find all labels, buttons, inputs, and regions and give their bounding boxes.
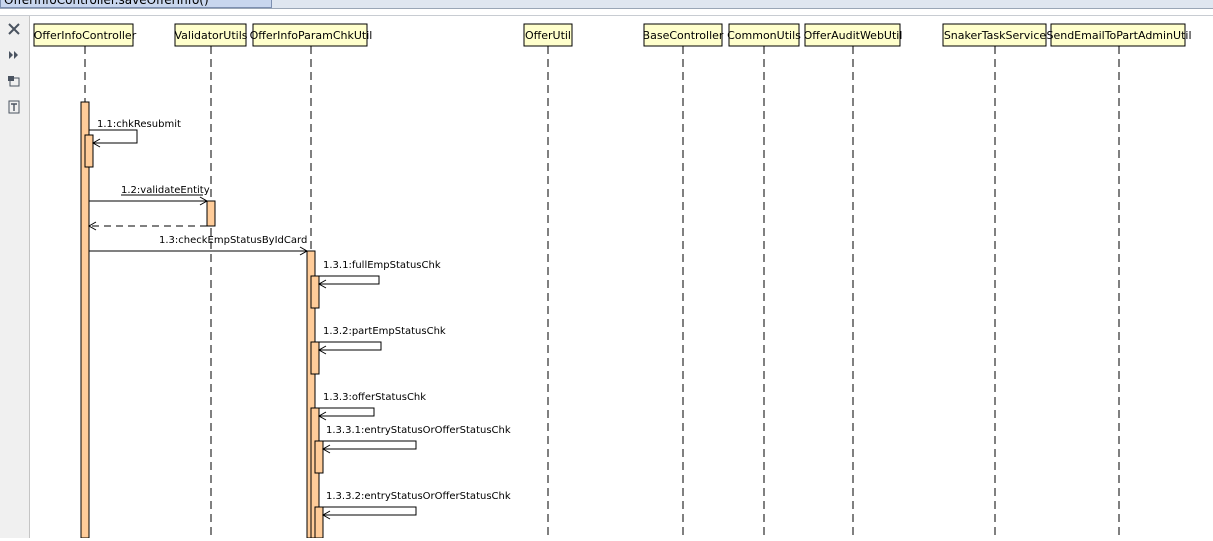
message-label: 1.3.3.1:entryStatusOrOfferStatusChk: [326, 425, 511, 436]
message-m1-3-3-1[interactable]: 1.3.3.1:entryStatusOrOfferStatusChk: [319, 425, 511, 454]
message-line: [315, 341, 382, 351]
sequence-diagram: OfferInfoController ValidatorUtils OfferIn…: [33, 23, 1192, 539]
lifeline-label: OfferInfoParamChkUtil: [250, 29, 373, 42]
lifeline-label: SnakerTaskService: [944, 29, 1047, 42]
activation-bar-entrystatus-2-self: [314, 506, 324, 539]
lifeline-label: SendEmailToPartAdminUtil: [1046, 29, 1191, 42]
message-label: 1.2:validateEntity: [121, 185, 210, 196]
message-m1-3-3[interactable]: 1.3.3:offerStatusChk: [315, 392, 426, 421]
editor-tab-bar: OfferInfoController.saveOfferInfo(): [0, 0, 1213, 9]
lifeline-validatorutils[interactable]: ValidatorUtils: [174, 23, 248, 538]
message-label: 1.3.2:partEmpStatusChk: [323, 326, 446, 337]
message-m1-2-return[interactable]: [87, 221, 207, 231]
message-line: [315, 275, 380, 285]
editor-tab[interactable]: OfferInfoController.saveOfferInfo(): [0, 0, 272, 8]
message-label: 1.3:checkEmpStatusByIdCard: [159, 235, 307, 246]
message-m1-3-1[interactable]: 1.3.1:fullEmpStatusChk: [315, 260, 441, 289]
text-icon[interactable]: [5, 98, 23, 116]
message-label: 1.3.3:offerStatusChk: [323, 392, 426, 403]
message-line: [319, 440, 417, 450]
message-m1-1[interactable]: 1.1:chkResubmit: [89, 119, 181, 148]
activation-bar-fullempstatuschk-self: [310, 275, 320, 309]
lifeline-offerutil[interactable]: OfferUtil: [523, 23, 573, 538]
diagram-toolbar: [0, 16, 30, 538]
lifeline-offerauditwebutil[interactable]: OfferAuditWebUtil: [804, 23, 903, 538]
lifeline-label: OfferAuditWebUtil: [804, 29, 903, 42]
message-line: [319, 506, 417, 516]
expand-icon[interactable]: [5, 46, 23, 64]
lifeline-basecontroller[interactable]: BaseController: [643, 23, 724, 538]
lifeline-label: ValidatorUtils: [174, 29, 247, 42]
lifeline-label: CommonUtils: [727, 29, 801, 42]
message-label: 1.3.1:fullEmpStatusChk: [323, 260, 441, 271]
activation-bar-validateentity: [206, 200, 216, 227]
message-m1-3[interactable]: 1.3:checkEmpStatusByIdCard: [89, 235, 309, 256]
sequence-diagram-canvas: OfferInfoController ValidatorUtils OfferIn…: [30, 16, 1213, 539]
activation-bar-partempstatuschk-self: [310, 341, 320, 375]
lifeline-label: BaseController: [643, 29, 724, 42]
message-label: 1.1:chkResubmit: [97, 119, 181, 130]
lifeline-commonutils[interactable]: CommonUtils: [727, 23, 801, 538]
lifeline-snakertaskservice[interactable]: SnakerTaskService: [942, 23, 1047, 538]
message-line: [315, 407, 375, 417]
activation-bar-chkresubmit-self: [84, 134, 94, 168]
ruler-strip: [0, 9, 1213, 16]
close-icon[interactable]: [5, 20, 23, 38]
message-m1-2[interactable]: 1.2:validateEntity: [89, 185, 210, 206]
lifeline-label: OfferUtil: [525, 29, 571, 42]
message-m1-3-2[interactable]: 1.3.2:partEmpStatusChk: [315, 326, 446, 355]
message-m1-3-3-2[interactable]: 1.3.3.2:entryStatusOrOfferStatusChk: [319, 491, 511, 520]
lifeline-sendemailtopartadminutil[interactable]: SendEmailToPartAdminUtil: [1046, 23, 1192, 538]
activation-bar-entrystatus-1-self: [314, 440, 324, 474]
layout-icon[interactable]: [5, 72, 23, 90]
lifeline-label: OfferInfoController: [34, 29, 137, 42]
message-label: 1.3.3.2:entryStatusOrOfferStatusChk: [326, 491, 511, 502]
